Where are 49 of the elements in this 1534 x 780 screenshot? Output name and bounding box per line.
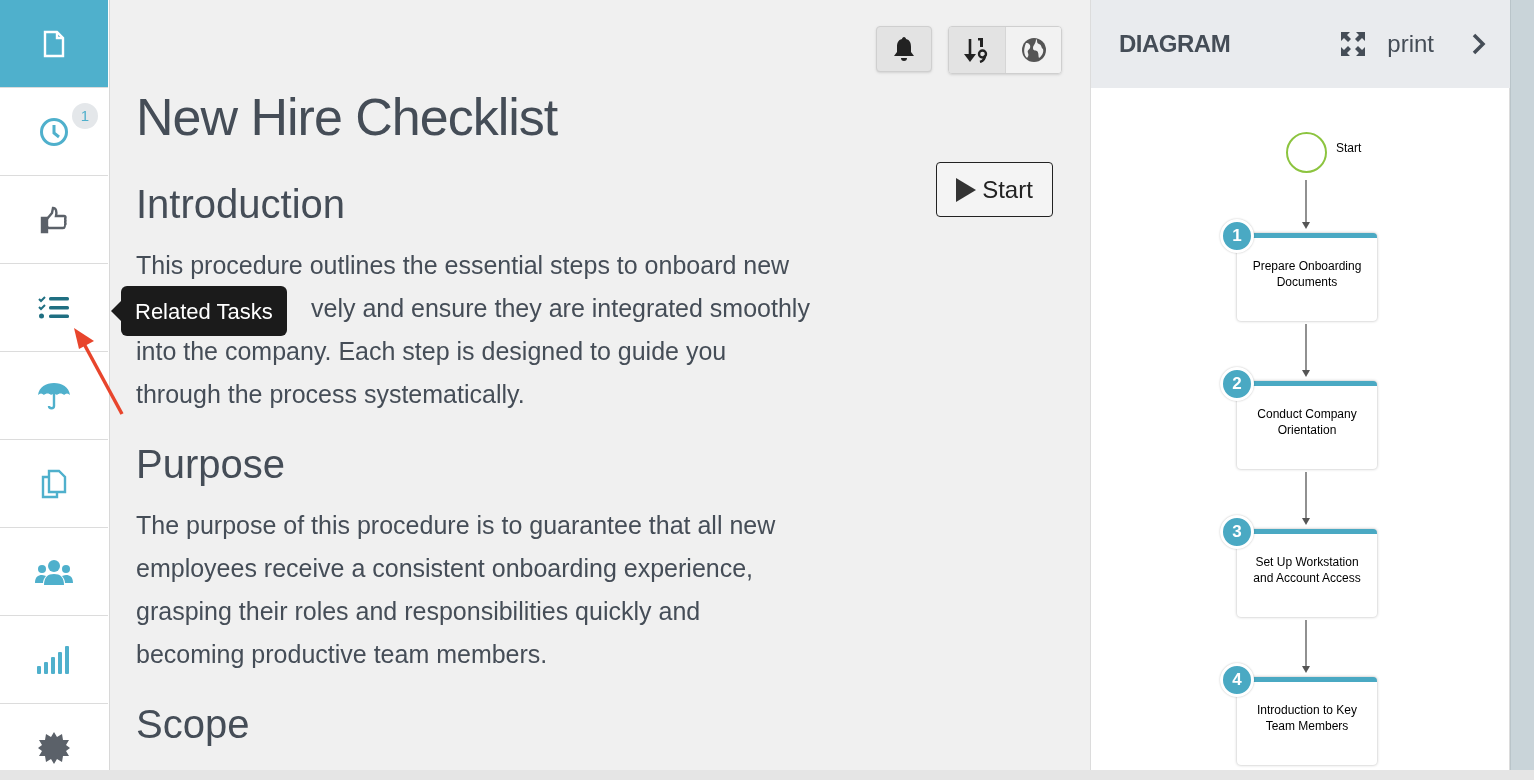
body-text: vely and ensure they are integrated smoothly — [311, 293, 810, 324]
chevron-right-icon[interactable] — [1472, 33, 1486, 55]
step-number-badge: 2 — [1220, 367, 1254, 401]
umbrella-icon — [37, 380, 71, 411]
start-button[interactable]: Start — [936, 162, 1053, 217]
tooltip: Related Tasks — [121, 286, 287, 336]
notification-badge: 1 — [72, 103, 98, 129]
step-label: Set Up Workstation and Account Access — [1252, 553, 1362, 586]
expand-icon[interactable] — [1341, 32, 1366, 56]
body-text: grasping their roles and responsibilities quickly and — [136, 596, 701, 627]
body-text: into the company. Each step is designed to guide you — [136, 336, 727, 367]
step-label: Prepare Onboarding Documents — [1251, 257, 1363, 290]
section-heading: Introduction — [136, 181, 346, 228]
body-text: through the process systematically. — [136, 379, 525, 410]
body-text: becoming productive team members. — [136, 639, 548, 670]
signal-bars-icon — [37, 645, 71, 674]
print-link[interactable]: print — [1387, 26, 1434, 62]
connector-arrow — [1301, 620, 1311, 673]
clock-icon — [39, 116, 69, 147]
body-text: employees receive a consistent onboarding experience, — [136, 553, 754, 584]
copy-icon — [41, 468, 67, 499]
step-label: Introduction to Key Team Members — [1255, 701, 1359, 734]
connector-arrow — [1301, 472, 1311, 525]
start-label: Start — [1336, 140, 1362, 157]
toolbar-button[interactable] — [876, 26, 932, 72]
users-icon — [35, 558, 73, 585]
toolbar-button[interactable] — [949, 27, 1005, 73]
step-label: Conduct Company Orientation — [1256, 405, 1358, 438]
toolbar-button[interactable] — [1005, 27, 1061, 73]
section-heading: Scope — [136, 701, 250, 748]
play-icon — [956, 177, 977, 202]
thumbs-up-icon — [40, 205, 68, 234]
document-title: New Hire Checklist — [136, 87, 558, 148]
step-number-badge: 1 — [1220, 219, 1254, 253]
section-heading: Purpose — [136, 441, 285, 488]
bell-icon — [893, 37, 915, 61]
body-text: This procedure outlines the essential steps to onboard new — [136, 250, 790, 281]
body-text: The purpose of this procedure is to guarantee that all new — [136, 510, 776, 541]
task-list-icon — [38, 294, 70, 321]
sort-numeric-icon — [964, 37, 990, 63]
document-icon — [43, 29, 65, 58]
connector-arrow — [1301, 180, 1311, 229]
gear-icon — [38, 731, 70, 764]
step-number-badge: 4 — [1220, 663, 1254, 697]
tooltip-pointer-icon — [111, 301, 121, 321]
panel-title: DIAGRAM — [1119, 29, 1231, 59]
globe-icon — [1020, 37, 1047, 63]
connector-arrow — [1301, 324, 1311, 377]
step-number-badge: 3 — [1220, 515, 1254, 549]
